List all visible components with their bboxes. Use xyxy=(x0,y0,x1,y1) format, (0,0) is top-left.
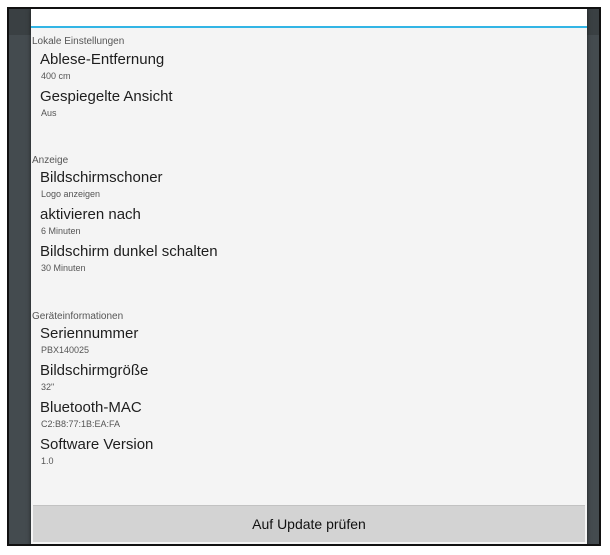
setting-title: Bildschirmgröße xyxy=(40,362,149,379)
setting-mirrored-view[interactable]: Gespiegelte Ansicht Aus xyxy=(31,87,571,120)
setting-value: 400 cm xyxy=(41,71,71,81)
setting-title: Software Version xyxy=(40,436,154,453)
setting-value: Logo anzeigen xyxy=(41,189,101,199)
setting-title: Ablese-Entfernung xyxy=(40,51,165,68)
settings-dialog: Lokale Einstellungen Ablese-Entfernung 4… xyxy=(31,9,587,544)
setting-title: Gespiegelte Ansicht xyxy=(40,88,173,105)
setting-serial-number[interactable]: Seriennummer PBX140025 xyxy=(31,324,571,357)
section-header: Anzeige xyxy=(32,155,69,166)
setting-software-version[interactable]: Software Version 1.0 xyxy=(31,435,571,468)
setting-screen-dim[interactable]: Bildschirm dunkel schalten 30 Minuten xyxy=(31,242,571,275)
dialog-header xyxy=(31,9,587,26)
backdrop-left-panel xyxy=(9,35,31,544)
setting-value: 30 Minuten xyxy=(41,263,86,273)
setting-value: 1.0 xyxy=(41,456,54,466)
dialog-accent-divider xyxy=(31,26,587,28)
setting-value: 6 Minuten xyxy=(41,226,81,236)
section-local-settings: Lokale Einstellungen Ablese-Entfernung 4… xyxy=(31,36,571,120)
setting-activate-after[interactable]: aktivieren nach 6 Minuten xyxy=(31,205,571,238)
section-header: Geräteinformationen xyxy=(32,311,124,322)
setting-title: Seriennummer xyxy=(40,325,139,342)
setting-title: aktivieren nach xyxy=(40,206,141,223)
check-update-button[interactable]: Auf Update prüfen xyxy=(33,505,585,542)
setting-screen-size[interactable]: Bildschirmgröße 32" xyxy=(31,361,571,394)
section-device-info: Geräteinformationen Seriennummer PBX1400… xyxy=(31,311,571,468)
setting-screensaver[interactable]: Bildschirmschoner Logo anzeigen xyxy=(31,168,571,201)
setting-title: Bildschirm dunkel schalten xyxy=(40,243,218,260)
screen-frame: Lokale Einstellungen Ablese-Entfernung 4… xyxy=(7,7,601,546)
setting-reading-distance[interactable]: Ablese-Entfernung 400 cm xyxy=(31,50,571,83)
setting-bluetooth-mac[interactable]: Bluetooth-MAC C2:B8:77:1B:EA:FA xyxy=(31,398,571,431)
setting-value: C2:B8:77:1B:EA:FA xyxy=(41,419,121,429)
setting-title: Bluetooth-MAC xyxy=(40,399,142,416)
setting-title: Bildschirmschoner xyxy=(40,169,163,186)
section-display: Anzeige Bildschirmschoner Logo anzeigen … xyxy=(31,155,571,275)
setting-value: 32" xyxy=(41,382,55,392)
section-header: Lokale Einstellungen xyxy=(32,36,125,47)
setting-value: PBX140025 xyxy=(41,345,90,355)
setting-value: Aus xyxy=(41,108,57,118)
